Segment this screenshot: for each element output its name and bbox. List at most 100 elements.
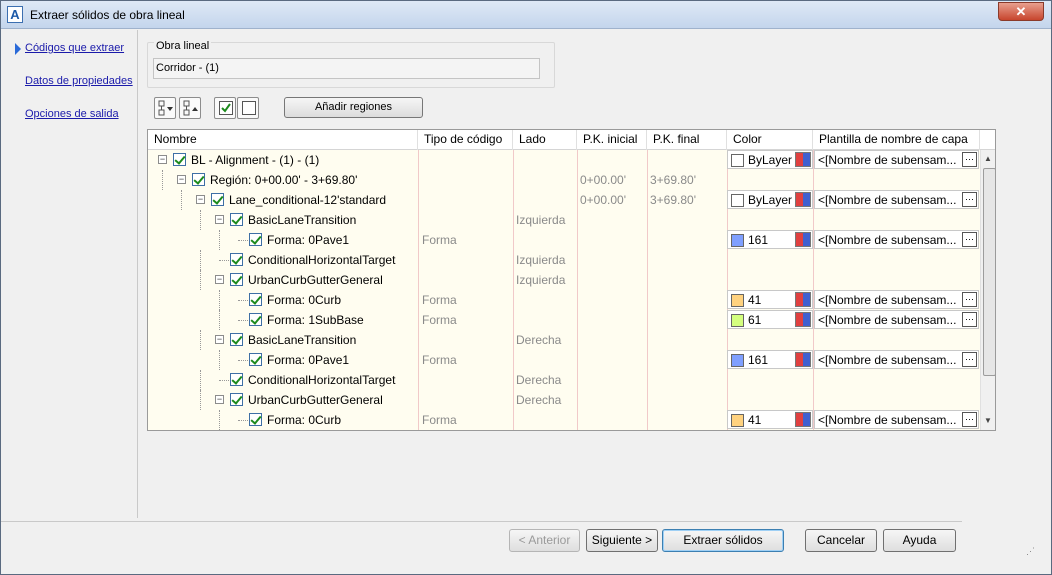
col-header-color[interactable]: Color (727, 130, 813, 150)
row-checkbox[interactable] (249, 353, 262, 366)
row-side (516, 410, 576, 430)
row-checkbox[interactable] (249, 313, 262, 326)
row-end-station (650, 230, 726, 250)
close-button[interactable]: ✕ (998, 2, 1044, 21)
tree-row[interactable]: − BL - Alignment - (1) - (1) ByLayer <[Nomb… (148, 150, 979, 170)
edit-template-icon[interactable]: ⋯ (962, 412, 977, 427)
col-header-start-station[interactable]: P.K. inicial (577, 130, 647, 150)
collapse-node-icon[interactable]: − (177, 175, 186, 184)
next-button[interactable]: Siguiente > (586, 529, 658, 552)
vertical-scrollbar[interactable]: ▲ ▼ (980, 150, 995, 430)
row-checkbox[interactable] (230, 373, 243, 386)
edit-template-icon[interactable]: ⋯ (962, 232, 977, 247)
col-header-end-station[interactable]: P.K. final (647, 130, 727, 150)
color-picker-icon[interactable] (795, 352, 811, 367)
tree-row[interactable]: − Lane_conditional-12'standard 0+00.00' 3+6… (148, 190, 979, 210)
tree-row[interactable]: Forma: 0Pave1 Forma 161 <[Nombre de subensa… (148, 350, 979, 370)
row-checkbox[interactable] (192, 173, 205, 186)
row-checkbox[interactable] (230, 213, 243, 226)
col-header-name[interactable]: Nombre (148, 130, 418, 150)
row-checkbox[interactable] (173, 153, 186, 166)
color-value: 41 (748, 293, 762, 307)
edit-template-icon[interactable]: ⋯ (962, 312, 977, 327)
wizard-nav: Códigos que extraer Datos de propiedades… (1, 30, 138, 518)
row-checkbox[interactable] (249, 233, 262, 246)
scroll-thumb[interactable] (983, 168, 995, 376)
collapse-node-icon[interactable]: − (215, 335, 224, 344)
col-header-layer-template[interactable]: Plantilla de nombre de capa (813, 130, 980, 150)
footer-divider (1, 521, 962, 522)
title-bar[interactable]: A Extraer sólidos de obra lineal ✕ (1, 1, 1051, 29)
collapse-node-icon[interactable]: − (215, 215, 224, 224)
corridor-field: Corridor - (1) (153, 58, 540, 79)
color-picker-icon[interactable] (795, 192, 811, 207)
scroll-down-icon[interactable]: ▼ (984, 416, 992, 425)
row-checkbox[interactable] (230, 393, 243, 406)
row-checkbox[interactable] (249, 413, 262, 426)
tree-row[interactable]: Forma: 0Curb Forma 41 <[Nombre de subensam.… (148, 410, 979, 430)
col-header-code-type[interactable]: Tipo de código (418, 130, 513, 150)
collapse-node-icon[interactable]: − (158, 155, 167, 164)
row-code-type (422, 170, 510, 190)
color-picker-icon[interactable] (795, 312, 811, 327)
tree-row[interactable]: − BasicLaneTransition Izquierda (148, 210, 979, 230)
select-all-button[interactable] (214, 97, 236, 119)
clear-all-button[interactable] (237, 97, 259, 119)
row-checkbox[interactable] (249, 293, 262, 306)
row-start-station (580, 350, 646, 370)
layer-template-field[interactable]: <[Nombre de subensam... (814, 290, 979, 309)
row-end-station (650, 390, 726, 410)
add-regions-button[interactable]: Añadir regiones (284, 97, 423, 118)
row-code-type: Forma (422, 293, 457, 307)
color-picker-icon[interactable] (795, 292, 811, 307)
edit-template-icon[interactable]: ⋯ (962, 352, 977, 367)
tree-row[interactable]: Forma: 1SubBase Forma 61 <[Nombre de subens… (148, 310, 979, 330)
tree-row[interactable]: Forma: 0Pave1 Forma 161 <[Nombre de subensa… (148, 230, 979, 250)
nav-item-properties[interactable]: Datos de propiedades (25, 75, 133, 87)
col-header-side[interactable]: Lado (513, 130, 577, 150)
layer-template-field[interactable]: <[Nombre de subensam... (814, 150, 979, 169)
window-title: Extraer sólidos de obra lineal (30, 8, 185, 22)
tree-row[interactable]: ConditionalHorizontalTarget Izquierda (148, 250, 979, 270)
resize-grip-icon[interactable]: ⋰ (1026, 546, 1035, 557)
layer-template-field[interactable]: <[Nombre de subensam... (814, 230, 979, 249)
row-checkbox[interactable] (230, 333, 243, 346)
tree-connector (181, 190, 182, 210)
layer-template-field[interactable]: <[Nombre de subensam... (814, 350, 979, 369)
nav-item-codes[interactable]: Códigos que extraer (25, 42, 124, 54)
tree-row[interactable]: − BasicLaneTransition Derecha (148, 330, 979, 350)
row-name: Forma: 1SubBase (267, 313, 364, 327)
layer-template-field[interactable]: <[Nombre de subensam... (814, 190, 979, 209)
color-picker-icon[interactable] (795, 412, 811, 427)
collapse-node-icon[interactable]: − (215, 395, 224, 404)
color-picker-icon[interactable] (795, 232, 811, 247)
row-checkbox[interactable] (211, 193, 224, 206)
scroll-up-icon[interactable]: ▲ (984, 154, 992, 163)
layer-template-field[interactable]: <[Nombre de subensam... (814, 310, 979, 329)
help-button[interactable]: Ayuda (883, 529, 956, 552)
color-picker-icon[interactable] (795, 152, 811, 167)
collapse-node-icon[interactable]: − (215, 275, 224, 284)
row-name: BL - Alignment - (1) - (1) (191, 153, 320, 167)
row-checkbox[interactable] (230, 273, 243, 286)
extract-solids-button[interactable]: Extraer sólidos (662, 529, 784, 552)
edit-template-icon[interactable]: ⋯ (962, 292, 977, 307)
layer-template-field[interactable]: <[Nombre de subensam... (814, 410, 979, 429)
row-start-station (580, 390, 646, 410)
edit-template-icon[interactable]: ⋯ (962, 192, 977, 207)
back-button[interactable]: < Anterior (509, 529, 580, 552)
cancel-button[interactable]: Cancelar (805, 529, 877, 552)
nav-item-output[interactable]: Opciones de salida (25, 108, 119, 120)
collapse-node-icon[interactable]: − (196, 195, 205, 204)
row-code-type (422, 270, 510, 290)
row-checkbox[interactable] (230, 253, 243, 266)
edit-template-icon[interactable]: ⋯ (962, 152, 977, 167)
tree-row[interactable]: ConditionalHorizontalTarget Derecha (148, 370, 979, 390)
collapse-all-button[interactable] (179, 97, 201, 119)
tree-row[interactable]: − Región: 0+00.00' - 3+69.80' 0+00.00' 3+69… (148, 170, 979, 190)
expand-all-button[interactable] (154, 97, 176, 119)
expand-tree-icon (158, 100, 173, 116)
tree-row[interactable]: Forma: 0Curb Forma 41 <[Nombre de subensam.… (148, 290, 979, 310)
tree-row[interactable]: − UrbanCurbGutterGeneral Izquierda (148, 270, 979, 290)
tree-row[interactable]: − UrbanCurbGutterGeneral Derecha (148, 390, 979, 410)
